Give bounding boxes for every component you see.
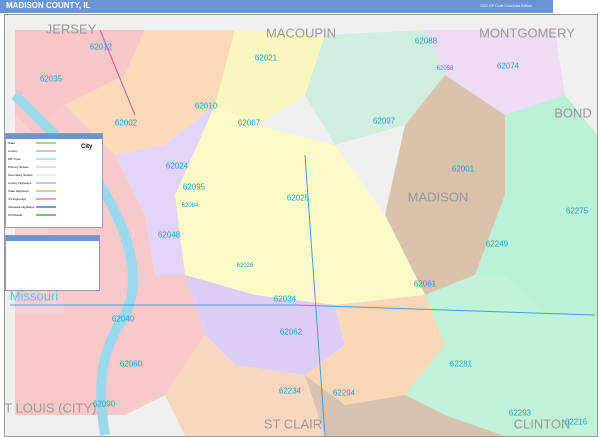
zip-label[interactable]: 62025 [287, 194, 309, 203]
legend-item: Interstate Highways [6, 203, 102, 211]
zip-label[interactable]: 62060 [120, 360, 142, 369]
zip-label[interactable]: 62061 [414, 280, 436, 289]
zip-label[interactable]: 62097 [373, 117, 395, 126]
county-label: ST LOUIS (CITY) [4, 400, 97, 416]
legend-item: US Highways [6, 195, 102, 203]
zip-label[interactable]: 62021 [255, 54, 277, 63]
zip-label[interactable]: 62249 [486, 240, 508, 249]
zip-label[interactable]: 62095 [183, 183, 205, 192]
header-bar: MADISON COUNTY, IL 2022 ZIP Code ColorCa… [0, 0, 600, 13]
map-legend: State County ZIP Code Primary Streets Se… [5, 133, 103, 228]
zip-label[interactable]: 62062 [280, 328, 302, 337]
zip-label[interactable]: 62090 [93, 400, 115, 409]
zip-label[interactable]: 62293 [509, 409, 531, 418]
zip-label[interactable]: 62088 [415, 37, 437, 46]
zip-label[interactable]: 62010 [195, 102, 217, 111]
edition-label: 2022 ZIP Code ColorCast Edition [480, 4, 532, 8]
county-label: MONTGOMERY [479, 25, 575, 41]
county-label: BOND [554, 105, 592, 121]
legend-item: County Highways [6, 179, 102, 187]
zip-label[interactable]: 62034 [274, 295, 296, 304]
zip-label[interactable]: 62275 [566, 207, 588, 216]
zip-label[interactable]: 62002 [115, 119, 137, 128]
table-header [6, 236, 99, 241]
publisher-logo [553, 0, 600, 13]
zip-label[interactable]: 62026 [237, 263, 254, 269]
county-label: MADISON [407, 189, 469, 205]
zip-lookup-table [5, 235, 100, 291]
county-label: JERSEY [45, 21, 97, 37]
page-title: MADISON COUNTY, IL [6, 1, 91, 10]
county-label: ST CLAIR [263, 416, 323, 432]
zip-label[interactable]: 62067 [238, 119, 260, 128]
zip-label[interactable]: 62058 [437, 66, 454, 72]
legend-item: State Highways [6, 187, 102, 195]
zip-label[interactable]: 62234 [279, 387, 301, 396]
county-label: MACOUPIN [265, 25, 337, 41]
zip-label[interactable]: 62040 [112, 315, 134, 324]
zip-label[interactable]: 62216 [565, 418, 587, 427]
zip-label[interactable]: 62048 [158, 231, 180, 240]
zip-label[interactable]: 62035 [40, 75, 62, 84]
zip-label[interactable]: 62074 [497, 62, 519, 71]
legend-item: Toll Roads [6, 211, 102, 219]
county-label: CLINTON [513, 416, 571, 432]
city-sample-label: City [81, 144, 93, 150]
legend-item: ZIP Code [6, 155, 102, 163]
zip-label[interactable]: 62024 [166, 162, 188, 171]
zip-label[interactable]: 62001 [452, 165, 474, 174]
region [215, 30, 325, 125]
legend-item: Secondary Streets [6, 171, 102, 179]
zip-label[interactable]: 62294 [333, 389, 355, 398]
zip-label[interactable]: 62281 [450, 360, 472, 369]
zip-label[interactable]: 62084 [182, 203, 199, 209]
zip-label[interactable]: 62012 [90, 43, 112, 52]
legend-item: Primary Streets [6, 163, 102, 171]
